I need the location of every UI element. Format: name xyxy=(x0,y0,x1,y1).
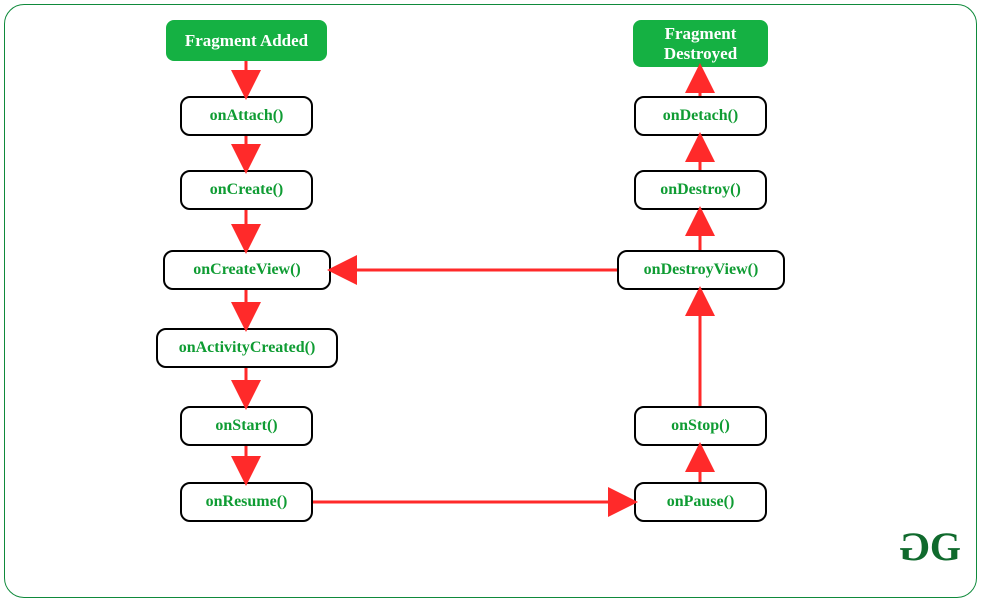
node-on-destroy-view: onDestroyView() xyxy=(617,250,785,290)
outer-frame xyxy=(4,4,977,598)
diagram-canvas: Fragment Added onAttach() onCreate() onC… xyxy=(0,0,981,602)
node-on-attach: onAttach() xyxy=(180,96,313,136)
node-label: onAttach() xyxy=(210,107,284,125)
node-fragment-added: Fragment Added xyxy=(166,20,327,61)
node-label: onDestroyView() xyxy=(644,261,759,279)
node-label: Fragment Destroyed xyxy=(664,24,737,63)
node-label: onActivityCreated() xyxy=(179,339,316,357)
node-label: onDestroy() xyxy=(660,181,741,199)
node-on-destroy: onDestroy() xyxy=(634,170,767,210)
node-on-stop: onStop() xyxy=(634,406,767,446)
node-on-detach: onDetach() xyxy=(634,96,767,136)
node-label: Fragment Added xyxy=(185,31,308,51)
node-on-pause: onPause() xyxy=(634,482,767,522)
node-label: onCreateView() xyxy=(193,261,301,279)
node-on-create: onCreate() xyxy=(180,170,313,210)
node-on-activity-created: onActivityCreated() xyxy=(156,328,338,368)
node-label: onStart() xyxy=(215,417,277,435)
node-fragment-destroyed: Fragment Destroyed xyxy=(633,20,768,67)
node-label: onPause() xyxy=(667,493,735,511)
node-on-create-view: onCreateView() xyxy=(163,250,331,290)
node-label: onStop() xyxy=(671,417,730,435)
node-label: onCreate() xyxy=(210,181,283,199)
node-label: onDetach() xyxy=(663,107,739,125)
brand-logo: GG xyxy=(905,523,955,570)
node-on-resume: onResume() xyxy=(180,482,313,522)
node-label: onResume() xyxy=(206,493,288,511)
node-on-start: onStart() xyxy=(180,406,313,446)
